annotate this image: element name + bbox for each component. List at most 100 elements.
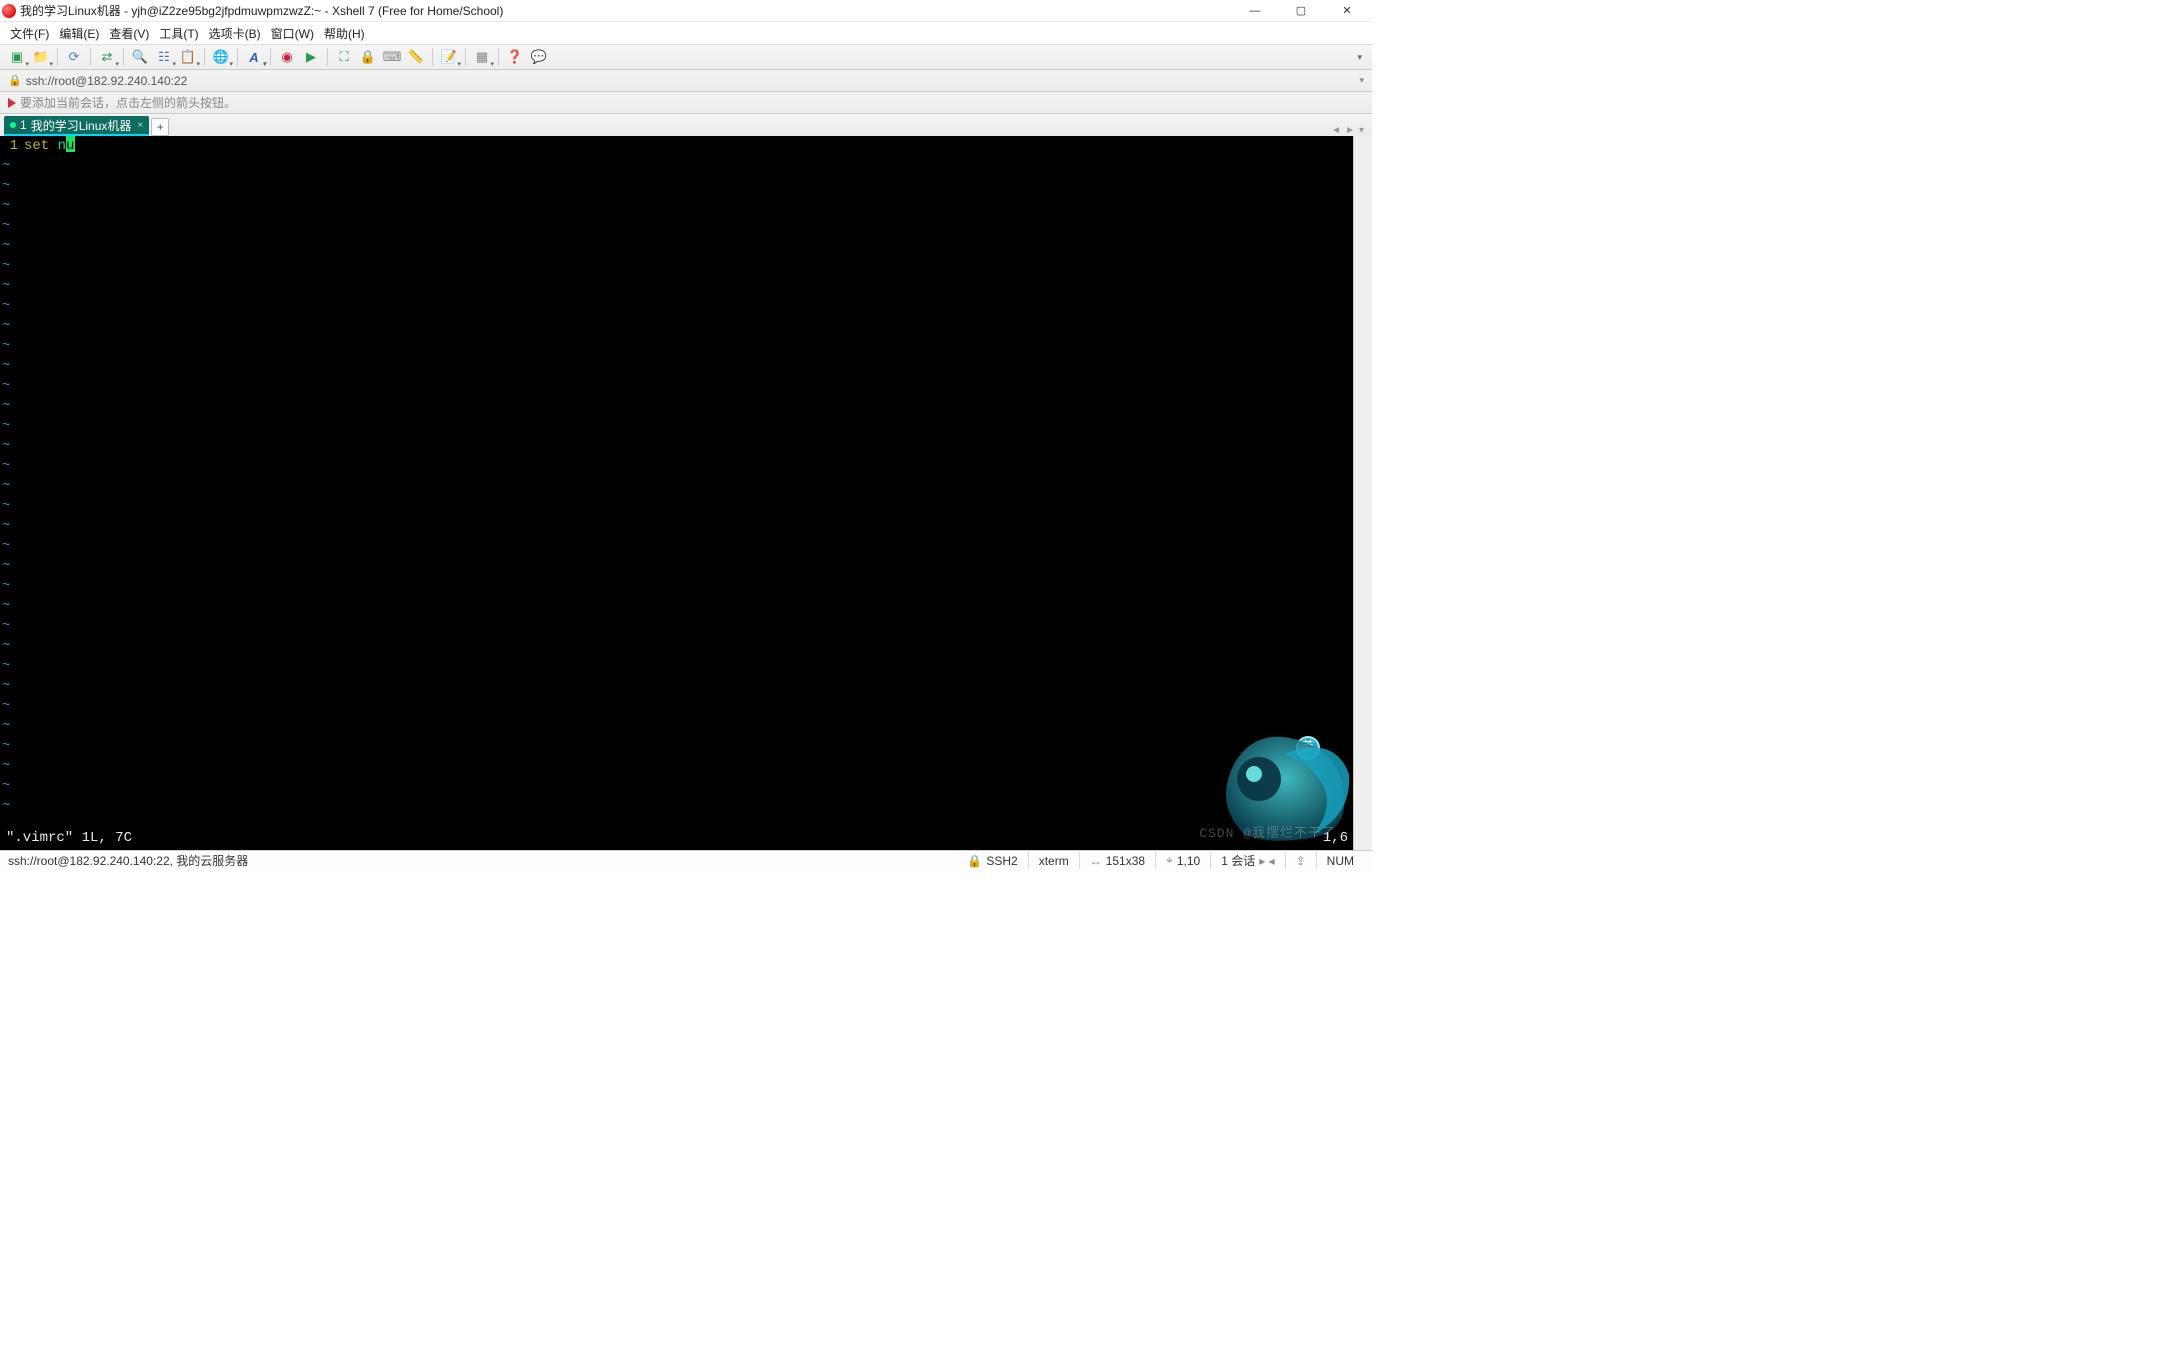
vim-tilde: ~ xyxy=(0,456,1354,476)
toolbar-overflow[interactable]: ▾ xyxy=(1353,52,1366,63)
globe-button[interactable]: 🌐 xyxy=(210,47,232,67)
record-button[interactable]: ◉ xyxy=(276,47,298,67)
reconnect-button[interactable]: ⟳ xyxy=(63,47,85,67)
help-button[interactable]: ❓ xyxy=(504,47,526,67)
vim-tilde: ~ xyxy=(0,296,1354,316)
transfer-button[interactable]: ⇄ xyxy=(96,47,118,67)
keyboard-button[interactable]: ⌨ xyxy=(381,47,403,67)
menu-view[interactable]: 查看(V) xyxy=(109,25,149,42)
vim-status-line: ".vimrc" 1L, 7C 1,6 xyxy=(0,828,1354,850)
menu-edit[interactable]: 编辑(E) xyxy=(59,25,99,42)
vim-tilde: ~ xyxy=(0,536,1354,556)
lock-icon: 🔒 xyxy=(8,74,22,87)
tab-nav: ◄ ► ▾ xyxy=(1331,125,1368,136)
tab-close-icon[interactable]: × xyxy=(137,120,143,131)
menu-help[interactable]: 帮助(H) xyxy=(324,25,365,42)
status-protocol-label: SSH2 xyxy=(986,854,1017,868)
terminal[interactable]: 1 set nu ~~~~~~~~~~~~~~~~~~~~~~~~~~~~~~~… xyxy=(0,136,1372,850)
open-folder-button[interactable]: 📁 xyxy=(30,47,52,67)
vim-file-info: ".vimrc" 1L, 7C xyxy=(6,828,132,848)
ime-indicator[interactable]: 英 xyxy=(1296,736,1320,760)
separator xyxy=(432,48,433,66)
vim-empty-lines: ~~~~~~~~~~~~~~~~~~~~~~~~~~~~~~~~~ xyxy=(0,156,1354,816)
vim-tilde: ~ xyxy=(0,716,1354,736)
status-protocol: 🔒 SSH2 xyxy=(967,852,1027,869)
copy-button[interactable]: 📋 xyxy=(177,47,199,67)
separator xyxy=(204,48,205,66)
hint-text: 要添加当前会话，点击左侧的箭头按钮。 xyxy=(20,94,236,111)
status-size-label: 151x38 xyxy=(1106,854,1145,868)
close-button[interactable]: ✕ xyxy=(1324,0,1370,22)
vim-identifier: n xyxy=(58,136,66,156)
status-sessions: 1 会话 ▸ ◂ xyxy=(1210,852,1284,869)
window-titlebar: 我的学习Linux机器 - yjh@iZ2ze95bg2jfpdmuwpmzwz… xyxy=(0,0,1372,22)
terminal-line: 1 set nu xyxy=(0,136,1354,156)
window-title: 我的学习Linux机器 - yjh@iZ2ze95bg2jfpdmuwpmzwz… xyxy=(20,2,503,19)
vim-tilde: ~ xyxy=(0,476,1354,496)
status-sessions-label: 1 会话 xyxy=(1221,852,1255,869)
resize-icon: ↔ xyxy=(1090,854,1102,868)
new-session-button[interactable]: ▣ xyxy=(6,47,28,67)
status-num: NUM xyxy=(1316,852,1364,869)
properties-button[interactable]: ☷ xyxy=(153,47,175,67)
tab-next-icon[interactable]: ► xyxy=(1345,125,1355,136)
vim-tilde: ~ xyxy=(0,316,1354,336)
vim-tilde: ~ xyxy=(0,576,1354,596)
status-size: ↔ 151x38 xyxy=(1079,852,1155,869)
session-tab-bar: 1 我的学习Linux机器 × + ◄ ► ▾ xyxy=(0,114,1372,136)
separator xyxy=(465,48,466,66)
status-cursor: ⌖ 1,10 xyxy=(1155,852,1210,869)
tab-prev-icon[interactable]: ◄ xyxy=(1331,125,1341,136)
fullscreen-button[interactable]: ⛶ xyxy=(333,47,355,67)
ruler-button[interactable]: 📏 xyxy=(405,47,427,67)
menu-window[interactable]: 窗口(W) xyxy=(271,25,314,42)
font-button[interactable]: A xyxy=(243,47,265,67)
maximize-button[interactable]: ▢ xyxy=(1278,0,1324,22)
vim-tilde: ~ xyxy=(0,656,1354,676)
vim-tilde: ~ xyxy=(0,556,1354,576)
tab-index: 1 xyxy=(20,118,27,132)
menu-tools[interactable]: 工具(T) xyxy=(159,25,198,42)
vim-tilde: ~ xyxy=(0,636,1354,656)
separator xyxy=(90,48,91,66)
play-button[interactable]: ▶ xyxy=(300,47,322,67)
layout-button[interactable]: ▦ xyxy=(471,47,493,67)
vim-tilde: ~ xyxy=(0,276,1354,296)
vim-tilde: ~ xyxy=(0,156,1354,176)
watermark-text: CSDN @我摆烂不干了 xyxy=(1199,824,1336,844)
separator xyxy=(498,48,499,66)
menu-tabs[interactable]: 选项卡(B) xyxy=(209,25,261,42)
lock-icon: 🔒 xyxy=(967,854,982,868)
menu-bar: 文件(F) 编辑(E) 查看(V) 工具(T) 选项卡(B) 窗口(W) 帮助(… xyxy=(0,22,1372,44)
script-button[interactable]: 📝 xyxy=(438,47,460,67)
add-tab-button[interactable]: + xyxy=(151,118,169,136)
session-tab[interactable]: 1 我的学习Linux机器 × xyxy=(4,116,149,136)
lock-button[interactable]: 🔒 xyxy=(357,47,379,67)
vim-tilde: ~ xyxy=(0,496,1354,516)
vim-tilde: ~ xyxy=(0,676,1354,696)
tab-label: 我的学习Linux机器 xyxy=(31,117,132,134)
status-connection: ssh://root@182.92.240.140:22, 我的云服务器 xyxy=(8,852,258,869)
address-bar[interactable]: 🔒 ssh://root@182.92.240.140:22 ▾ xyxy=(0,70,1372,92)
vim-tilde: ~ xyxy=(0,596,1354,616)
vim-tilde: ~ xyxy=(0,756,1354,776)
chat-button[interactable]: 💬 xyxy=(528,47,550,67)
vim-keyword: set xyxy=(24,136,49,156)
vim-tilde: ~ xyxy=(0,356,1354,376)
cursor-icon: ⌖ xyxy=(1166,853,1173,868)
vim-tilde: ~ xyxy=(0,236,1354,256)
vim-tilde: ~ xyxy=(0,216,1354,236)
vim-tilde: ~ xyxy=(0,516,1354,536)
tab-list-icon[interactable]: ▾ xyxy=(1359,125,1364,136)
status-dot-icon xyxy=(10,122,16,128)
menu-file[interactable]: 文件(F) xyxy=(10,25,49,42)
address-dropdown[interactable]: ▾ xyxy=(1359,75,1364,86)
flag-icon[interactable] xyxy=(8,98,16,108)
status-bar: ssh://root@182.92.240.140:22, 我的云服务器 🔒 S… xyxy=(0,850,1372,870)
status-termtype: xterm xyxy=(1028,852,1079,869)
search-button[interactable]: 🔍 xyxy=(129,47,151,67)
minimize-button[interactable]: — xyxy=(1232,0,1278,22)
vim-tilde: ~ xyxy=(0,616,1354,636)
vim-tilde: ~ xyxy=(0,396,1354,416)
vim-tilde: ~ xyxy=(0,416,1354,436)
